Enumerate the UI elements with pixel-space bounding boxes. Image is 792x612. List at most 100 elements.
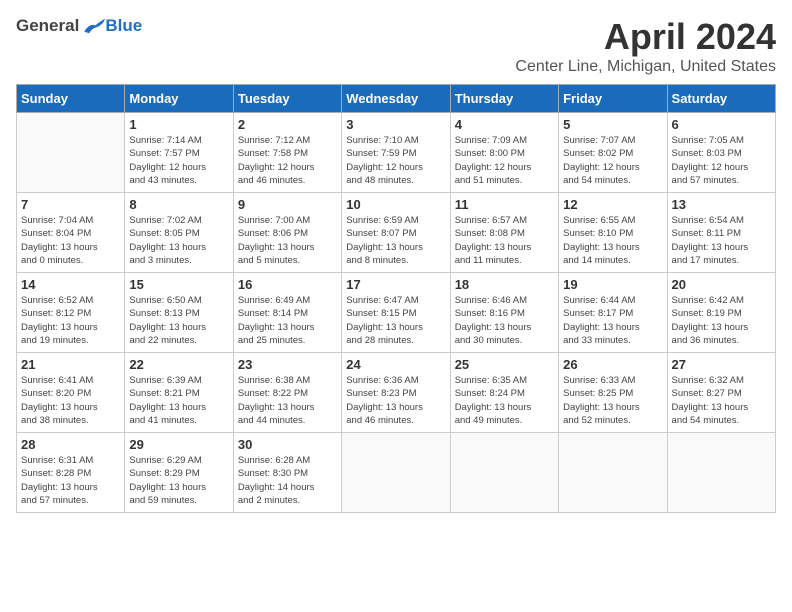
- day-number: 17: [346, 277, 445, 292]
- day-number: 28: [21, 437, 120, 452]
- day-number: 24: [346, 357, 445, 372]
- weekday-header-friday: Friday: [559, 85, 667, 113]
- day-info: Sunrise: 6:32 AM Sunset: 8:27 PM Dayligh…: [672, 374, 771, 427]
- day-info: Sunrise: 6:35 AM Sunset: 8:24 PM Dayligh…: [455, 374, 554, 427]
- calendar-cell: 11Sunrise: 6:57 AM Sunset: 8:08 PM Dayli…: [450, 193, 558, 273]
- calendar-cell: 6 Sunrise: 7:05 AM Sunset: 8:03 PM Daylig…: [667, 113, 775, 193]
- day-number: 7: [21, 197, 120, 212]
- calendar-cell: 24Sunrise: 6:36 AM Sunset: 8:23 PM Dayli…: [342, 353, 450, 433]
- day-number: 8: [129, 197, 228, 212]
- day-number: 3: [346, 117, 445, 132]
- day-number: 5: [563, 117, 662, 132]
- day-info: Sunrise: 6:52 AM Sunset: 8:12 PM Dayligh…: [21, 294, 120, 347]
- page-header: General Blue April 2024 Center Line, Mic…: [16, 16, 776, 76]
- week-row-4: 21 Sunrise: 6:41 AM Sunset: 8:20 PM Dayli…: [17, 353, 776, 433]
- day-number: 10: [346, 197, 445, 212]
- calendar-cell: 21 Sunrise: 6:41 AM Sunset: 8:20 PM Dayli…: [17, 353, 125, 433]
- day-number: 2: [238, 117, 337, 132]
- day-number: 6: [672, 117, 771, 132]
- day-number: 21: [21, 357, 120, 372]
- day-info: Sunrise: 6:33 AM Sunset: 8:25 PM Dayligh…: [563, 374, 662, 427]
- day-number: 25: [455, 357, 554, 372]
- calendar-cell: 26Sunrise: 6:33 AM Sunset: 8:25 PM Dayli…: [559, 353, 667, 433]
- calendar-cell: 10 Sunrise: 6:59 AM Sunset: 8:07 PM Dayli…: [342, 193, 450, 273]
- day-info: Sunrise: 6:42 AM Sunset: 8:19 PM Dayligh…: [672, 294, 771, 347]
- calendar-cell: 13Sunrise: 6:54 AM Sunset: 8:11 PM Dayli…: [667, 193, 775, 273]
- day-info: Sunrise: 7:14 AM Sunset: 7:57 PM Dayligh…: [129, 134, 228, 187]
- calendar-cell: 8 Sunrise: 7:02 AM Sunset: 8:05 PM Daylig…: [125, 193, 233, 273]
- day-info: Sunrise: 7:07 AM Sunset: 8:02 PM Dayligh…: [563, 134, 662, 187]
- day-number: 1: [129, 117, 228, 132]
- calendar-cell: 27 Sunrise: 6:32 AM Sunset: 8:27 PM Dayli…: [667, 353, 775, 433]
- calendar-table: SundayMondayTuesdayWednesdayThursdayFrid…: [16, 84, 776, 513]
- calendar-cell: 3 Sunrise: 7:10 AM Sunset: 7:59 PM Daylig…: [342, 113, 450, 193]
- logo-general: General: [16, 16, 79, 36]
- weekday-header-monday: Monday: [125, 85, 233, 113]
- calendar-cell: 22 Sunrise: 6:39 AM Sunset: 8:21 PM Dayli…: [125, 353, 233, 433]
- weekday-header-sunday: Sunday: [17, 85, 125, 113]
- day-info: Sunrise: 6:29 AM Sunset: 8:29 PM Dayligh…: [129, 454, 228, 507]
- title-section: April 2024 Center Line, Michigan, United…: [515, 16, 776, 76]
- calendar-cell: 17Sunrise: 6:47 AM Sunset: 8:15 PM Dayli…: [342, 273, 450, 353]
- calendar-cell: [17, 113, 125, 193]
- calendar-cell: 20 Sunrise: 6:42 AM Sunset: 8:19 PM Dayli…: [667, 273, 775, 353]
- day-info: Sunrise: 6:44 AM Sunset: 8:17 PM Dayligh…: [563, 294, 662, 347]
- day-info: Sunrise: 6:41 AM Sunset: 8:20 PM Dayligh…: [21, 374, 120, 427]
- day-info: Sunrise: 6:49 AM Sunset: 8:14 PM Dayligh…: [238, 294, 337, 347]
- day-number: 29: [129, 437, 228, 452]
- calendar-cell: 19 Sunrise: 6:44 AM Sunset: 8:17 PM Dayli…: [559, 273, 667, 353]
- calendar-cell: 1 Sunrise: 7:14 AM Sunset: 7:57 PM Daylig…: [125, 113, 233, 193]
- day-info: Sunrise: 7:05 AM Sunset: 8:03 PM Dayligh…: [672, 134, 771, 187]
- day-number: 27: [672, 357, 771, 372]
- weekday-header-saturday: Saturday: [667, 85, 775, 113]
- calendar-cell: [559, 433, 667, 513]
- calendar-cell: 5 Sunrise: 7:07 AM Sunset: 8:02 PM Daylig…: [559, 113, 667, 193]
- day-info: Sunrise: 6:54 AM Sunset: 8:11 PM Dayligh…: [672, 214, 771, 267]
- calendar-cell: 4Sunrise: 7:09 AM Sunset: 8:00 PM Daylig…: [450, 113, 558, 193]
- day-number: 19: [563, 277, 662, 292]
- day-info: Sunrise: 6:46 AM Sunset: 8:16 PM Dayligh…: [455, 294, 554, 347]
- day-info: Sunrise: 6:31 AM Sunset: 8:28 PM Dayligh…: [21, 454, 120, 507]
- week-row-5: 28 Sunrise: 6:31 AM Sunset: 8:28 PM Dayli…: [17, 433, 776, 513]
- day-info: Sunrise: 7:02 AM Sunset: 8:05 PM Dayligh…: [129, 214, 228, 267]
- day-info: Sunrise: 6:39 AM Sunset: 8:21 PM Dayligh…: [129, 374, 228, 427]
- calendar-cell: 29 Sunrise: 6:29 AM Sunset: 8:29 PM Dayli…: [125, 433, 233, 513]
- day-number: 23: [238, 357, 337, 372]
- day-info: Sunrise: 6:50 AM Sunset: 8:13 PM Dayligh…: [129, 294, 228, 347]
- day-info: Sunrise: 6:57 AM Sunset: 8:08 PM Dayligh…: [455, 214, 554, 267]
- weekday-header-tuesday: Tuesday: [233, 85, 341, 113]
- week-row-2: 7Sunrise: 7:04 AM Sunset: 8:04 PM Daylig…: [17, 193, 776, 273]
- month-year-title: April 2024: [515, 16, 776, 58]
- location-subtitle: Center Line, Michigan, United States: [515, 58, 776, 76]
- calendar-cell: 2 Sunrise: 7:12 AM Sunset: 7:58 PM Daylig…: [233, 113, 341, 193]
- day-info: Sunrise: 7:12 AM Sunset: 7:58 PM Dayligh…: [238, 134, 337, 187]
- logo-bird-icon: [81, 17, 105, 35]
- day-info: Sunrise: 7:10 AM Sunset: 7:59 PM Dayligh…: [346, 134, 445, 187]
- day-number: 15: [129, 277, 228, 292]
- day-number: 12: [563, 197, 662, 212]
- logo: General Blue: [16, 16, 142, 36]
- week-row-3: 14 Sunrise: 6:52 AM Sunset: 8:12 PM Dayli…: [17, 273, 776, 353]
- day-number: 22: [129, 357, 228, 372]
- day-number: 16: [238, 277, 337, 292]
- day-info: Sunrise: 6:38 AM Sunset: 8:22 PM Dayligh…: [238, 374, 337, 427]
- day-number: 14: [21, 277, 120, 292]
- day-number: 9: [238, 197, 337, 212]
- week-row-1: 1 Sunrise: 7:14 AM Sunset: 7:57 PM Daylig…: [17, 113, 776, 193]
- logo-blue: Blue: [105, 16, 142, 36]
- calendar-cell: 25 Sunrise: 6:35 AM Sunset: 8:24 PM Dayli…: [450, 353, 558, 433]
- day-info: Sunrise: 7:09 AM Sunset: 8:00 PM Dayligh…: [455, 134, 554, 187]
- calendar-cell: 9Sunrise: 7:00 AM Sunset: 8:06 PM Daylig…: [233, 193, 341, 273]
- calendar-cell: 7Sunrise: 7:04 AM Sunset: 8:04 PM Daylig…: [17, 193, 125, 273]
- day-number: 30: [238, 437, 337, 452]
- day-number: 20: [672, 277, 771, 292]
- calendar-cell: 18 Sunrise: 6:46 AM Sunset: 8:16 PM Dayli…: [450, 273, 558, 353]
- calendar-cell: [342, 433, 450, 513]
- weekday-header-thursday: Thursday: [450, 85, 558, 113]
- calendar-cell: 12Sunrise: 6:55 AM Sunset: 8:10 PM Dayli…: [559, 193, 667, 273]
- calendar-cell: 16 Sunrise: 6:49 AM Sunset: 8:14 PM Dayli…: [233, 273, 341, 353]
- calendar-cell: 15 Sunrise: 6:50 AM Sunset: 8:13 PM Dayli…: [125, 273, 233, 353]
- day-number: 18: [455, 277, 554, 292]
- day-info: Sunrise: 6:59 AM Sunset: 8:07 PM Dayligh…: [346, 214, 445, 267]
- weekday-header-wednesday: Wednesday: [342, 85, 450, 113]
